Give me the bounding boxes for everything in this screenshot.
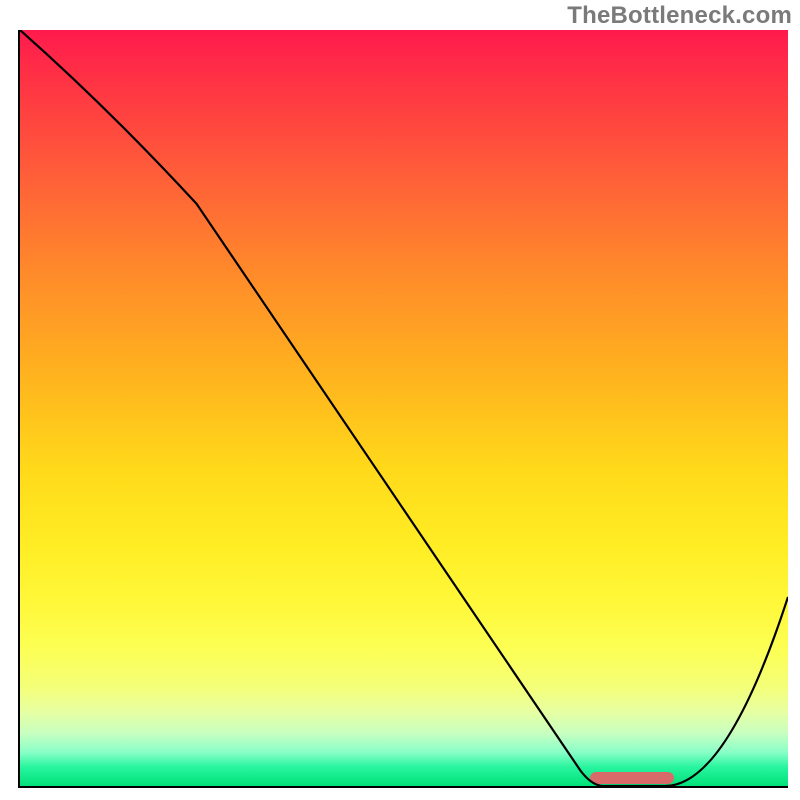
chart-container: TheBottleneck.com [0,0,800,800]
plot-area [18,30,788,788]
attribution-label: TheBottleneck.com [567,2,792,30]
bottleneck-curve-path [20,30,788,786]
bottleneck-curve [20,30,788,786]
